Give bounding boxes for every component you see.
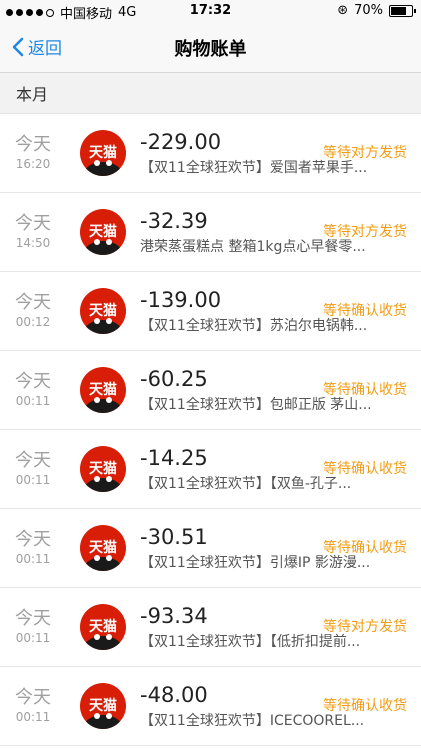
order-info: -139.00 【双11全球狂欢节】苏泊尔电锅韩... 等待确认收货 — [140, 286, 421, 336]
order-time: 00:11 — [15, 394, 51, 408]
order-row[interactable]: 今天 00:11 天猫 -93.34 【双11全球狂欢节】【低折扣提前... 等… — [0, 588, 421, 667]
order-status: 等待对方发货 — [323, 145, 407, 161]
tmall-logo-icon: 天猫 — [80, 446, 126, 492]
order-date: 今天 00:11 — [0, 608, 66, 646]
battery-icon — [389, 4, 416, 17]
logo-text: 天猫 — [89, 540, 117, 556]
tmall-logo-icon: 天猫 — [80, 367, 126, 413]
order-row[interactable]: 今天 00:11 天猫 -14.25 【双11全球狂欢节】【双鱼-孔子... 等… — [0, 430, 421, 509]
battery-percent: 70% — [354, 3, 383, 18]
tmall-logo-icon: 天猫 — [80, 525, 126, 571]
order-row[interactable]: 今天 00:11 天猫 -60.25 【双11全球狂欢节】包邮正版 茅山... … — [0, 351, 421, 430]
order-status: 等待对方发货 — [323, 224, 407, 240]
order-date: 今天 16:20 — [0, 134, 66, 172]
order-info: -32.39 港荣蒸蛋糕点 整箱1kg点心早餐零... 等待对方发货 — [140, 207, 421, 257]
order-row[interactable]: 今天 16:20 天猫 -229.00 【双11全球狂欢节】爱国者苹果手... … — [0, 114, 421, 193]
order-status: 等待确认收货 — [323, 698, 407, 714]
order-date: 今天 00:11 — [0, 687, 66, 725]
order-time: 00:11 — [15, 473, 51, 487]
order-info: -14.25 【双11全球狂欢节】【双鱼-孔子... 等待确认收货 — [140, 444, 421, 494]
page-title: 购物账单 — [174, 39, 247, 60]
order-time: 16:20 — [15, 157, 51, 171]
logo-text: 天猫 — [89, 303, 117, 319]
status-right: ⊛ 70% — [337, 3, 416, 18]
order-list: 今天 16:20 天猫 -229.00 【双11全球狂欢节】爱国者苹果手... … — [0, 114, 421, 746]
order-time: 00:11 — [15, 710, 51, 724]
order-info: -229.00 【双11全球狂欢节】爱国者苹果手... 等待对方发货 — [140, 128, 421, 178]
order-day: 今天 — [15, 213, 51, 234]
section-title: 本月 — [16, 85, 49, 104]
logo-text: 天猫 — [89, 382, 117, 398]
order-day: 今天 — [15, 450, 51, 471]
order-info: -48.00 【双11全球狂欢节】ICECOOREL... 等待确认收货 — [140, 681, 421, 731]
order-time: 00:12 — [15, 315, 51, 329]
logo-text: 天猫 — [89, 619, 117, 635]
order-date: 今天 14:50 — [0, 213, 66, 251]
status-bar: 中国移动 4G 17:32 ⊛ 70% — [0, 0, 421, 22]
tmall-logo-icon: 天猫 — [80, 209, 126, 255]
order-day: 今天 — [15, 134, 51, 155]
tmall-logo-icon: 天猫 — [80, 604, 126, 650]
section-header: 本月 — [0, 73, 421, 114]
order-date: 今天 00:11 — [0, 529, 66, 567]
order-time: 14:50 — [15, 236, 51, 250]
order-day: 今天 — [15, 608, 51, 629]
order-status: 等待对方发货 — [323, 619, 407, 635]
order-time: 00:11 — [15, 552, 51, 566]
order-status: 等待确认收货 — [323, 303, 407, 319]
order-info: -30.51 【双11全球狂欢节】引爆IP 影游漫... 等待确认收货 — [140, 523, 421, 573]
order-info: -93.34 【双11全球狂欢节】【低折扣提前... 等待对方发货 — [140, 602, 421, 652]
rotation-lock-icon: ⊛ — [337, 3, 349, 18]
order-status: 等待确认收货 — [323, 540, 407, 556]
order-time: 00:11 — [15, 631, 51, 645]
logo-text: 天猫 — [89, 461, 117, 477]
order-row[interactable]: 今天 00:12 天猫 -139.00 【双11全球狂欢节】苏泊尔电锅韩... … — [0, 272, 421, 351]
order-date: 今天 00:11 — [0, 371, 66, 409]
order-day: 今天 — [15, 687, 51, 708]
order-date: 今天 00:12 — [0, 292, 66, 330]
order-status: 等待确认收货 — [323, 461, 407, 477]
logo-text: 天猫 — [89, 145, 117, 161]
order-row[interactable]: 今天 00:11 天猫 -48.00 【双11全球狂欢节】ICECOOREL..… — [0, 667, 421, 746]
logo-text: 天猫 — [89, 698, 117, 714]
order-day: 今天 — [15, 529, 51, 550]
order-day: 今天 — [15, 371, 51, 392]
tmall-logo-icon: 天猫 — [80, 288, 126, 334]
tmall-logo-icon: 天猫 — [80, 130, 126, 176]
order-day: 今天 — [15, 292, 51, 313]
order-row[interactable]: 今天 00:11 天猫 -30.51 【双11全球狂欢节】引爆IP 影游漫...… — [0, 509, 421, 588]
navigation-bar: 返回 购物账单 — [0, 22, 421, 73]
logo-text: 天猫 — [89, 224, 117, 240]
order-date: 今天 00:11 — [0, 450, 66, 488]
order-status: 等待确认收货 — [323, 382, 407, 398]
order-info: -60.25 【双11全球狂欢节】包邮正版 茅山... 等待确认收货 — [140, 365, 421, 415]
tmall-logo-icon: 天猫 — [80, 683, 126, 729]
order-row[interactable]: 今天 14:50 天猫 -32.39 港荣蒸蛋糕点 整箱1kg点心早餐零... … — [0, 193, 421, 272]
